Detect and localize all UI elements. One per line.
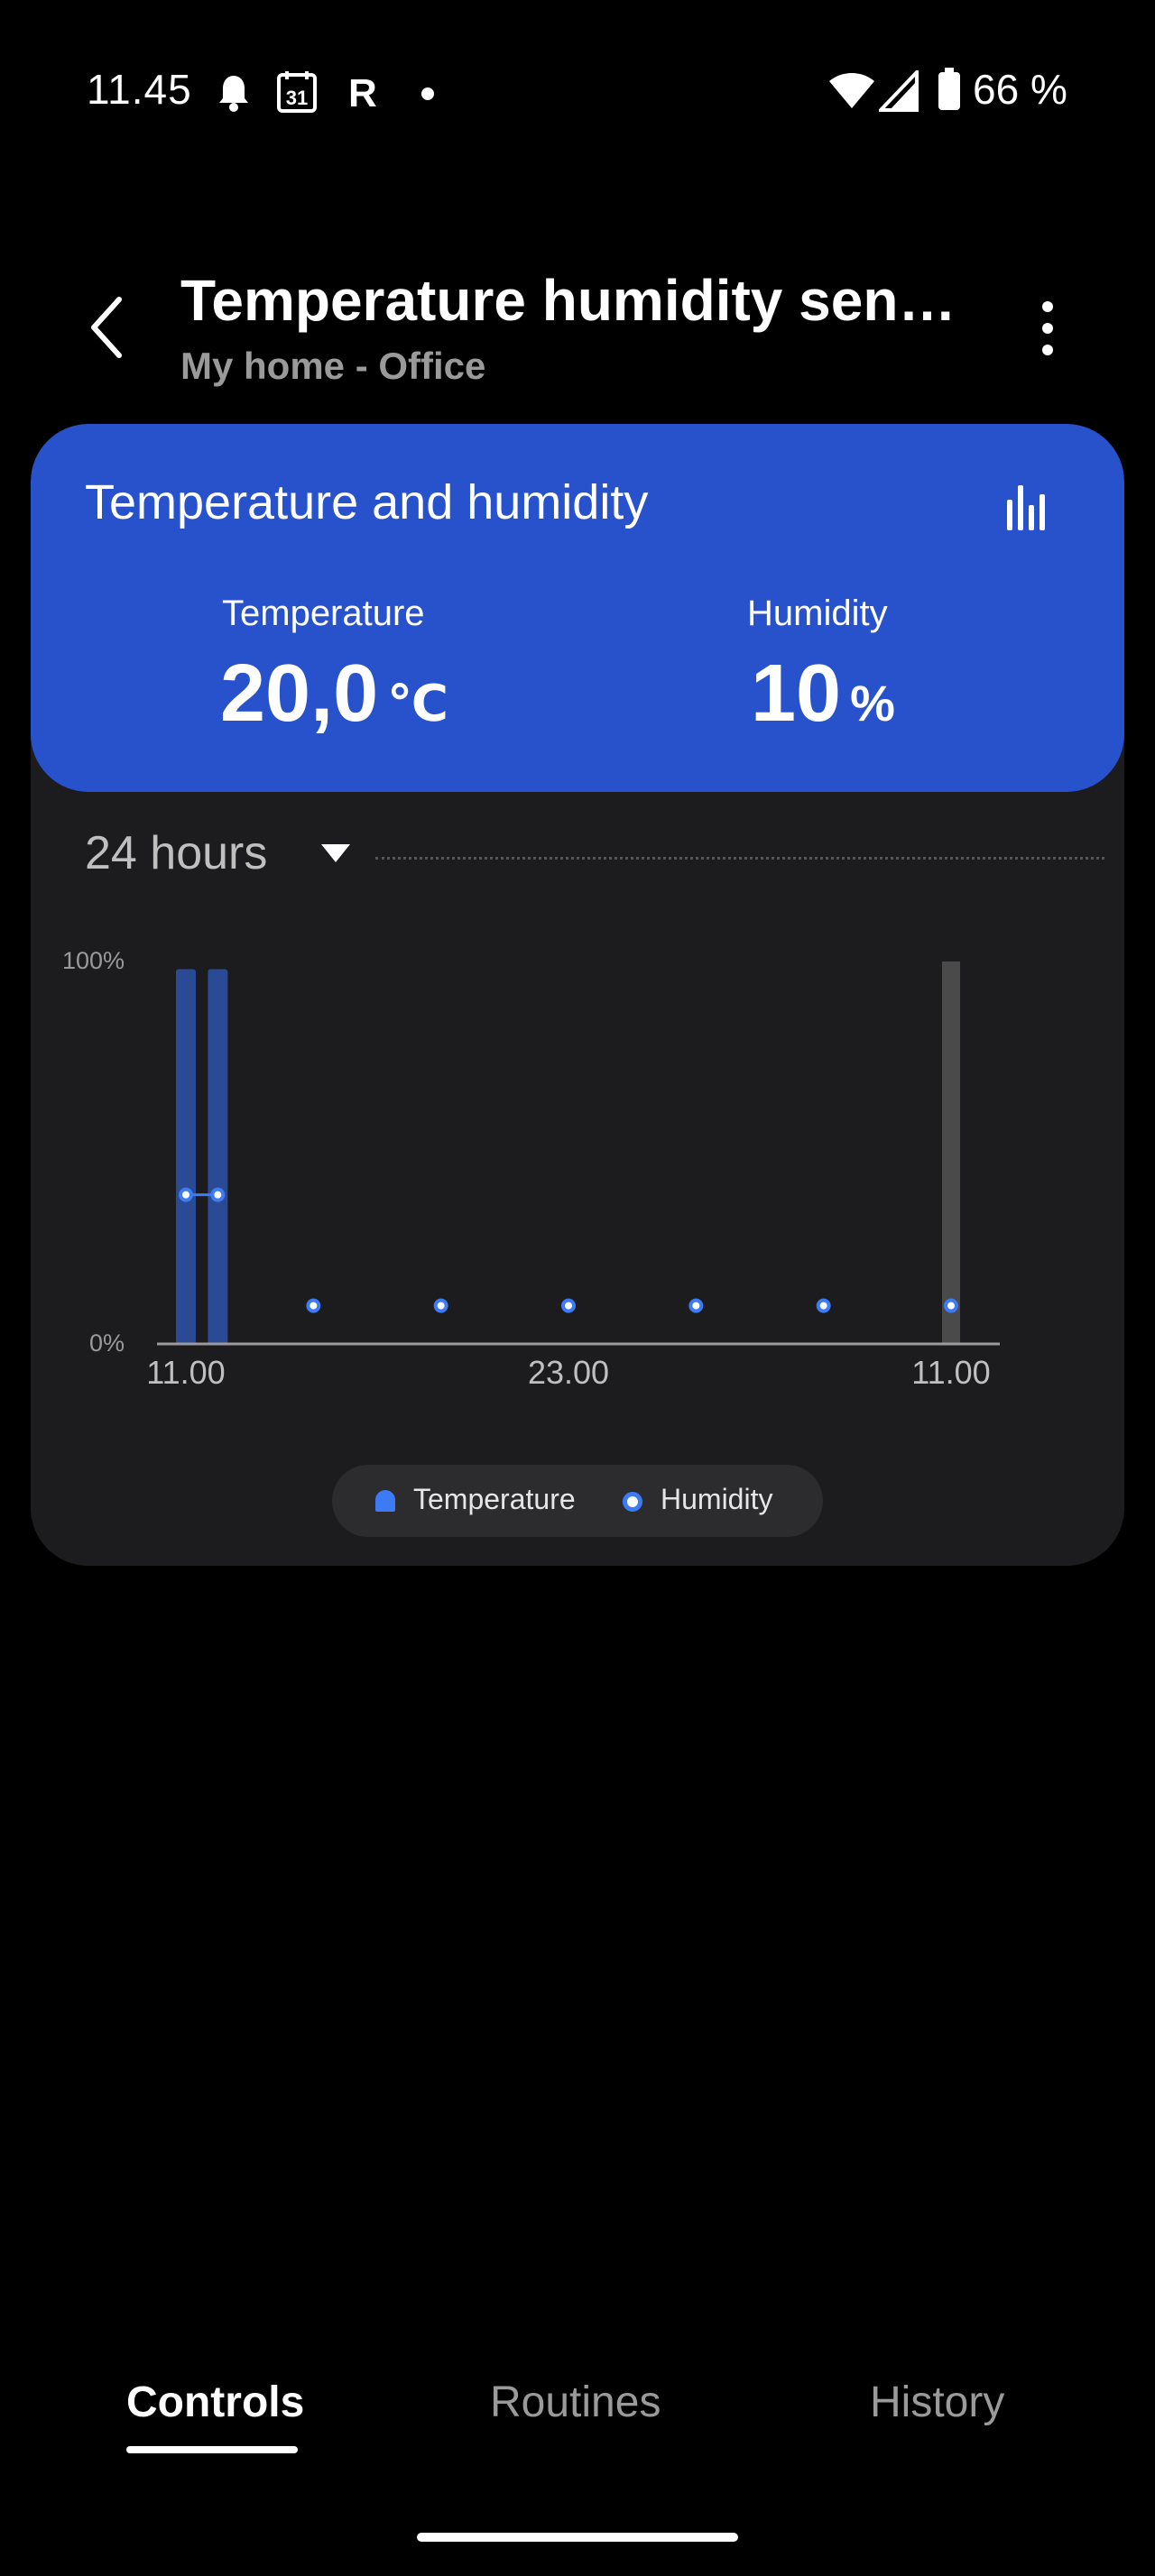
chart-button[interactable] [1003,478,1054,532]
status-bar: 11.45 31 R 66 % [0,0,1155,180]
caret-down-icon [321,844,350,862]
humidity-point [179,1187,193,1202]
current-time-marker [942,961,960,1344]
temperature-bar [176,969,196,1344]
battery-icon [938,68,960,110]
temperature-label: Temperature [222,593,425,633]
y-tick-label: 100% [62,947,125,974]
sensor-card: Temperature and humidity Temperature 20,… [31,424,1124,1566]
humidity-label: Humidity [747,593,888,633]
legend-temperature-label: Temperature [413,1483,576,1515]
x-tick-label: 11.00 [146,1354,225,1391]
back-button[interactable] [78,287,141,368]
calendar-day-text: 31 [286,87,308,109]
r-app-glyph: R [348,72,377,112]
r-app-icon: R [348,72,377,112]
dot-icon [421,87,434,100]
range-divider [375,857,1104,860]
temperature-number: 20,0 [220,649,379,739]
active-tab-indicator [126,2446,298,2453]
home-indicator [417,2533,738,2542]
signal-icon [879,70,919,112]
humidity-point [944,1298,958,1313]
battery-percentage: 66 % [973,66,1067,113]
page-title: Temperature humidity sens… [180,268,975,333]
more-options-button[interactable] [1025,298,1070,361]
bell-icon [219,76,248,112]
temperature-unit: ℃ [387,675,448,731]
humidity-number: 10 [751,649,842,739]
humidity-point [816,1298,831,1313]
wifi-icon [829,73,874,108]
temperature-legend-icon [375,1490,395,1512]
history-chart: 100% 0% 11.00 23.00 11.00 [62,947,1000,1391]
bar-chart-icon [1007,485,1045,530]
status-time: 11.45 [87,66,192,113]
x-tick-label: 11.00 [911,1354,990,1391]
more-vertical-icon [1042,301,1053,355]
page-subtitle: My home - Office [180,345,486,387]
time-range-label: 24 hours [85,827,268,879]
chart-legend: Temperature Humidity [332,1465,823,1537]
calendar-31-icon: 31 [277,71,317,113]
humidity-value: 10% [751,648,895,741]
legend-humidity-label: Humidity [661,1483,773,1515]
time-range-selector[interactable]: 24 hours [85,821,1104,893]
humidity-point [688,1298,704,1313]
humidity-point [561,1298,576,1313]
temperature-value: 20,0 ℃ [220,648,448,741]
device-screen: 11.45 31 R 66 % Temperature humidity sen… [0,0,1155,2576]
card-title: Temperature and humidity [85,475,649,529]
tab-history[interactable]: History [870,2378,1004,2427]
humidity-unit: % [850,675,895,731]
humidity-point [210,1187,226,1202]
humidity-point [433,1298,448,1313]
tab-routines[interactable]: Routines [490,2378,661,2427]
tab-controls[interactable]: Controls [126,2378,304,2427]
sensor-summary-panel: Temperature and humidity Temperature 20,… [31,424,1124,792]
humidity-point [306,1298,321,1313]
back-arrow-icon [91,297,122,358]
temperature-bar [208,969,228,1344]
x-tick-label: 23.00 [528,1354,609,1391]
humidity-legend-icon [623,1492,642,1512]
y-tick-label: 0% [89,1329,125,1357]
